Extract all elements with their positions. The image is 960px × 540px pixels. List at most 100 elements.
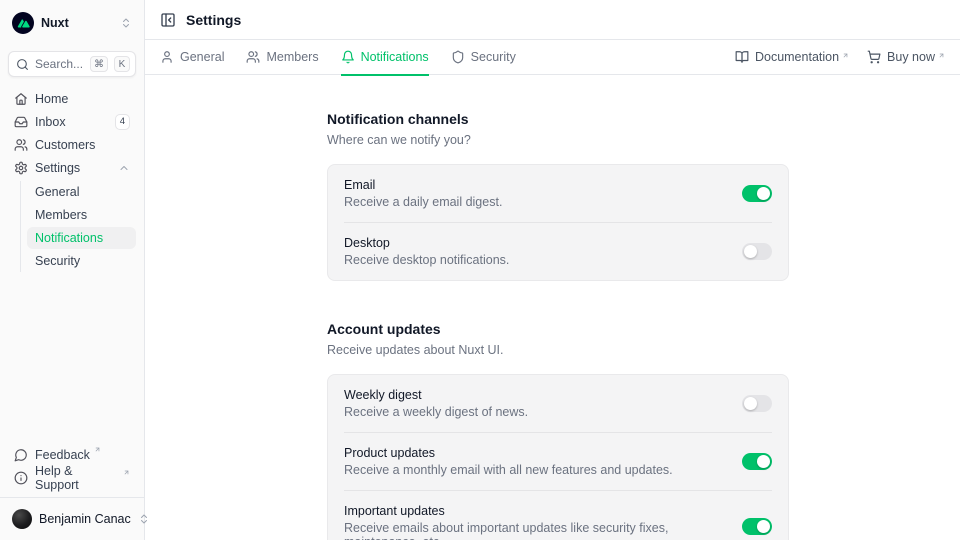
tab-label: General (180, 50, 224, 64)
setting-label: Desktop (344, 236, 509, 250)
product-updates-toggle[interactable] (742, 453, 772, 470)
setting-label: Product updates (344, 446, 673, 460)
external-link-icon (842, 52, 849, 59)
sidebar-item-feedback[interactable]: Feedback (8, 444, 136, 466)
setting-row-weekly-digest: Weekly digest Receive a weekly digest of… (344, 375, 772, 432)
tab-bar: General Members Notifications Security (145, 40, 960, 75)
sidebar-item-general[interactable]: General (27, 181, 136, 203)
sidebar-nav: Home Inbox 4 Customers (8, 88, 136, 272)
subnav-label: Security (35, 254, 80, 268)
sidebar-footer-nav: Feedback Help & Support (8, 444, 136, 489)
setting-row-product-updates: Product updates Receive a monthly email … (344, 432, 772, 490)
nuxt-logo-icon (12, 12, 34, 34)
sidebar-item-label: Inbox (35, 115, 108, 129)
shopping-cart-icon (867, 50, 881, 64)
section-description: Where can we notify you? (327, 133, 789, 147)
sidebar-item-notifications[interactable]: Notifications (27, 227, 136, 249)
sidebar-item-help-support[interactable]: Help & Support (8, 467, 136, 489)
section-title: Notification channels (327, 111, 789, 127)
user-avatar (12, 509, 32, 529)
tab-label: Members (266, 50, 318, 64)
setting-description: Receive desktop notifications. (344, 253, 509, 267)
weekly-digest-toggle[interactable] (742, 395, 772, 412)
setting-description: Receive emails about important updates l… (344, 521, 726, 540)
tab-security[interactable]: Security (451, 40, 516, 75)
tab-label: Security (471, 50, 516, 64)
external-link-icon (938, 52, 945, 59)
bell-icon (341, 50, 355, 64)
search-input[interactable]: Search... ⌘ K (8, 51, 136, 77)
external-link-icon (123, 469, 130, 476)
subnav-label: Notifications (35, 231, 103, 245)
important-updates-toggle[interactable] (742, 518, 772, 535)
page-header: Settings (145, 0, 960, 40)
notification-channels-section: Notification channels Where can we notif… (327, 111, 789, 281)
sidebar: Nuxt Search... ⌘ K Home (0, 0, 145, 540)
sidebar-item-security[interactable]: Security (27, 250, 136, 272)
sidebar-item-members[interactable]: Members (27, 204, 136, 226)
setting-description: Receive a daily email digest. (344, 195, 502, 209)
search-icon (16, 58, 29, 71)
tab-label: Notifications (361, 50, 429, 64)
sidebar-item-label: Feedback (35, 448, 90, 462)
link-label: Buy now (887, 50, 935, 64)
users-icon (14, 138, 28, 152)
chevron-up-icon (118, 162, 130, 174)
users-icon (246, 50, 260, 64)
gear-icon (14, 161, 28, 175)
info-circle-icon (14, 471, 28, 485)
team-switcher[interactable]: Nuxt (8, 8, 136, 38)
home-icon (14, 92, 28, 106)
inbox-count-badge: 4 (115, 114, 130, 129)
chevron-up-down-icon (120, 17, 132, 29)
sidebar-item-label: Help & Support (35, 464, 119, 492)
buy-now-link[interactable]: Buy now (867, 50, 945, 64)
section-description: Receive updates about Nuxt UI. (327, 343, 789, 357)
tab-notifications[interactable]: Notifications (341, 40, 429, 75)
search-placeholder: Search... (35, 57, 84, 71)
book-open-icon (735, 50, 749, 64)
link-label: Documentation (755, 50, 839, 64)
kbd-k: K (114, 56, 130, 72)
user-icon (160, 50, 174, 64)
settings-subnav: General Members Notifications Security (20, 181, 136, 272)
setting-description: Receive a monthly email with all new fea… (344, 463, 673, 477)
main-panel: Settings General Members Notifications (145, 0, 960, 540)
sidebar-item-label: Home (35, 92, 130, 106)
sidebar-user-row: Benjamin Canac (0, 497, 144, 540)
sidebar-item-inbox[interactable]: Inbox 4 (8, 111, 136, 133)
sidebar-item-label: Customers (35, 138, 130, 152)
desktop-toggle[interactable] (742, 243, 772, 260)
user-name: Benjamin Canac (39, 512, 131, 526)
documentation-link[interactable]: Documentation (735, 50, 849, 64)
setting-label: Email (344, 178, 502, 192)
sidebar-item-settings[interactable]: Settings (8, 157, 136, 179)
header-links: Documentation Buy now (735, 50, 945, 64)
sidebar-item-customers[interactable]: Customers (8, 134, 136, 156)
sidebar-item-label: Settings (35, 161, 111, 175)
message-circle-icon (14, 448, 28, 462)
tab-members[interactable]: Members (246, 40, 318, 75)
inbox-icon (14, 115, 28, 129)
account-updates-section: Account updates Receive updates about Nu… (327, 321, 789, 540)
settings-card: Email Receive a daily email digest. Desk… (327, 164, 789, 281)
subnav-label: Members (35, 208, 87, 222)
team-name: Nuxt (41, 16, 113, 30)
setting-row-important-updates: Important updates Receive emails about i… (344, 490, 772, 540)
settings-content: Notification channels Where can we notif… (145, 75, 960, 540)
panel-left-close-icon[interactable] (160, 12, 176, 28)
setting-row-desktop: Desktop Receive desktop notifications. (344, 222, 772, 280)
user-menu-button[interactable]: Benjamin Canac (8, 506, 136, 532)
shield-icon (451, 50, 465, 64)
page-title: Settings (186, 12, 241, 28)
app-window: Nuxt Search... ⌘ K Home (0, 0, 960, 540)
setting-row-email: Email Receive a daily email digest. (344, 165, 772, 222)
subnav-label: General (35, 185, 79, 199)
sidebar-item-home[interactable]: Home (8, 88, 136, 110)
tab-general[interactable]: General (160, 40, 224, 75)
setting-label: Weekly digest (344, 388, 528, 402)
external-link-icon (94, 446, 101, 453)
email-toggle[interactable] (742, 185, 772, 202)
setting-description: Receive a weekly digest of news. (344, 405, 528, 419)
settings-card: Weekly digest Receive a weekly digest of… (327, 374, 789, 540)
